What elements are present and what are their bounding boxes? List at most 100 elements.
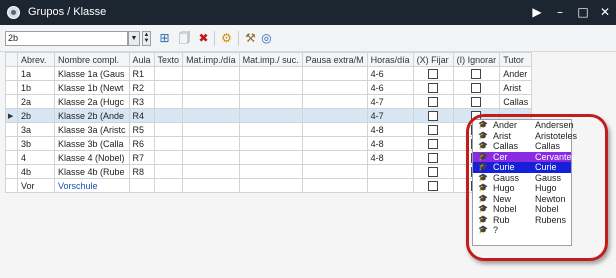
col-header-text[interactable]: Texto	[153, 52, 184, 67]
col-header-extra-break[interactable]: Pausa extra/M	[301, 52, 368, 67]
fix-checkbox[interactable]	[428, 82, 439, 93]
cell-fullname[interactable]: Klasse 2b (Ande	[54, 108, 130, 123]
dropdown-option[interactable]: 🎓 Nobel Nobel	[473, 204, 571, 215]
cell-subj-per-day[interactable]	[182, 108, 240, 123]
cell-fullname[interactable]: Klasse 1a (Gaus	[54, 66, 130, 81]
cell-subj-consecutive[interactable]	[238, 164, 303, 179]
row-header[interactable]	[5, 178, 18, 193]
cell-abbrev[interactable]: 3b	[17, 136, 55, 151]
cell-fix[interactable]	[412, 108, 454, 123]
spinner-icon[interactable]: ▲ ▼	[142, 31, 151, 46]
chevron-down-icon[interactable]: ▼	[128, 31, 140, 46]
cell-subj-per-day[interactable]	[182, 66, 240, 81]
cell-room[interactable]: R7	[128, 150, 155, 165]
col-header-subj-consecutive[interactable]: Mat.imp./ suc.	[238, 52, 303, 67]
cell-fullname[interactable]: Klasse 3b (Calla	[54, 136, 130, 151]
cell-fix[interactable]	[412, 178, 454, 193]
cell-room[interactable]: R8	[128, 164, 155, 179]
col-header-fix[interactable]: (X) Fijar	[412, 52, 454, 67]
cell-fullname[interactable]: Klasse 3a (Aristc	[54, 122, 130, 137]
cell-abbrev[interactable]: 1a	[17, 66, 55, 81]
table-row[interactable]: 3b Klasse 3b (Calla R6 4-8	[5, 136, 533, 151]
cell-abbrev[interactable]: Vor	[17, 178, 55, 193]
col-header-hours-per-day[interactable]: Horas/día	[366, 52, 414, 67]
cell-abbrev[interactable]: 4b	[17, 164, 55, 179]
cell-tutor[interactable]: Callas	[499, 94, 533, 109]
cell-hours[interactable]	[366, 164, 414, 179]
cell-abbrev[interactable]: 1b	[17, 80, 55, 95]
table-row[interactable]: 4 Klasse 4 (Nobel) R7 4-8	[5, 150, 533, 165]
table-row[interactable]: 1b Klasse 1b (Newt R2 4-6 Arist	[5, 80, 533, 95]
col-header-ignore[interactable]: (I) Ignorar	[452, 52, 501, 67]
dropdown-option[interactable]: 🎓?	[473, 225, 571, 236]
dropdown-option[interactable]: 🎓 Ander Andersen	[473, 120, 574, 131]
dropdown-option[interactable]: 🎓 Callas Callas	[473, 141, 571, 152]
class-selector[interactable]: 2b	[5, 31, 128, 46]
cell-room[interactable]: R3	[128, 94, 155, 109]
row-header[interactable]	[5, 80, 18, 95]
cell-hours[interactable]: 4-6	[366, 80, 414, 95]
cell-subj-per-day[interactable]	[182, 164, 240, 179]
table-row[interactable]: Vor Vorschule	[5, 178, 533, 193]
cell-extra-break[interactable]	[301, 164, 368, 179]
dropdown-option[interactable]: 🎓 Arist Aristoteles	[473, 131, 577, 142]
cell-fullname[interactable]: Klasse 4b (Rube	[54, 164, 130, 179]
cell-hours[interactable]	[366, 178, 414, 193]
play-icon[interactable]: ▶	[526, 3, 548, 22]
cell-text[interactable]	[153, 80, 184, 95]
cell-fullname[interactable]: Vorschule	[54, 178, 130, 193]
cell-room[interactable]: R1	[128, 66, 155, 81]
cell-subj-consecutive[interactable]	[238, 136, 303, 151]
cell-fix[interactable]	[412, 94, 454, 109]
cell-ignore[interactable]	[452, 66, 501, 81]
minimize-icon[interactable]: –	[549, 3, 571, 22]
dropdown-option-selected[interactable]: 🎓 Curie Curie	[473, 162, 571, 173]
cell-ignore[interactable]	[452, 80, 501, 95]
tools-icon[interactable]: ⚒	[242, 30, 259, 47]
cell-subj-consecutive[interactable]	[238, 150, 303, 165]
cell-fix[interactable]	[412, 80, 454, 95]
dropdown-option[interactable]: 🎓 Gauss Gauss	[473, 173, 571, 184]
cell-subj-consecutive[interactable]	[238, 122, 303, 137]
dropdown-option[interactable]: 🎓 Hugo Hugo	[473, 183, 571, 194]
col-header-fullname[interactable]: Nombre compl.	[54, 52, 130, 67]
cell-extra-break[interactable]	[301, 178, 368, 193]
fix-checkbox[interactable]	[428, 166, 439, 177]
cell-fullname[interactable]: Klasse 4 (Nobel)	[54, 150, 130, 165]
cell-extra-break[interactable]	[301, 122, 368, 137]
cell-ignore[interactable]	[452, 94, 501, 109]
cell-abbrev[interactable]: 2a	[17, 94, 55, 109]
cell-subj-per-day[interactable]	[182, 150, 240, 165]
dropdown-option-highlighted[interactable]: 🎓 Cer Cervantes	[473, 151, 576, 162]
cell-extra-break[interactable]	[301, 80, 368, 95]
cell-extra-break[interactable]	[301, 108, 368, 123]
cell-text[interactable]	[153, 136, 184, 151]
cell-extra-break[interactable]	[301, 66, 368, 81]
fix-checkbox[interactable]	[428, 110, 439, 121]
cell-abbrev[interactable]: 3a	[17, 122, 55, 137]
cell-fix[interactable]	[412, 136, 454, 151]
table-row[interactable]: 1a Klasse 1a (Gaus R1 4-6 Ander	[5, 66, 533, 81]
ignore-checkbox[interactable]	[471, 96, 482, 107]
ignore-checkbox[interactable]	[471, 82, 482, 93]
dropdown-option[interactable]: 🎓 Rub Rubens	[473, 215, 571, 226]
cell-subj-consecutive[interactable]	[238, 66, 303, 81]
row-header[interactable]	[5, 122, 18, 137]
row-header[interactable]	[5, 94, 18, 109]
cell-hours[interactable]: 4-7	[366, 94, 414, 109]
cell-subj-per-day[interactable]	[182, 94, 240, 109]
cell-text[interactable]	[153, 94, 184, 109]
cell-subj-consecutive[interactable]	[238, 108, 303, 123]
cell-hours[interactable]: 4-6	[366, 66, 414, 81]
cell-subj-per-day[interactable]	[182, 122, 240, 137]
row-header[interactable]	[5, 164, 18, 179]
cell-room[interactable]: R5	[128, 122, 155, 137]
cell-subj-consecutive[interactable]	[238, 94, 303, 109]
cell-text[interactable]	[153, 150, 184, 165]
cell-text[interactable]	[153, 178, 184, 193]
cell-hours[interactable]: 4-8	[366, 122, 414, 137]
cell-abbrev[interactable]: 4	[17, 150, 55, 165]
fix-checkbox[interactable]	[428, 152, 439, 163]
current-row-marker[interactable]: ▶	[5, 108, 18, 123]
cell-room[interactable]: R2	[128, 80, 155, 95]
